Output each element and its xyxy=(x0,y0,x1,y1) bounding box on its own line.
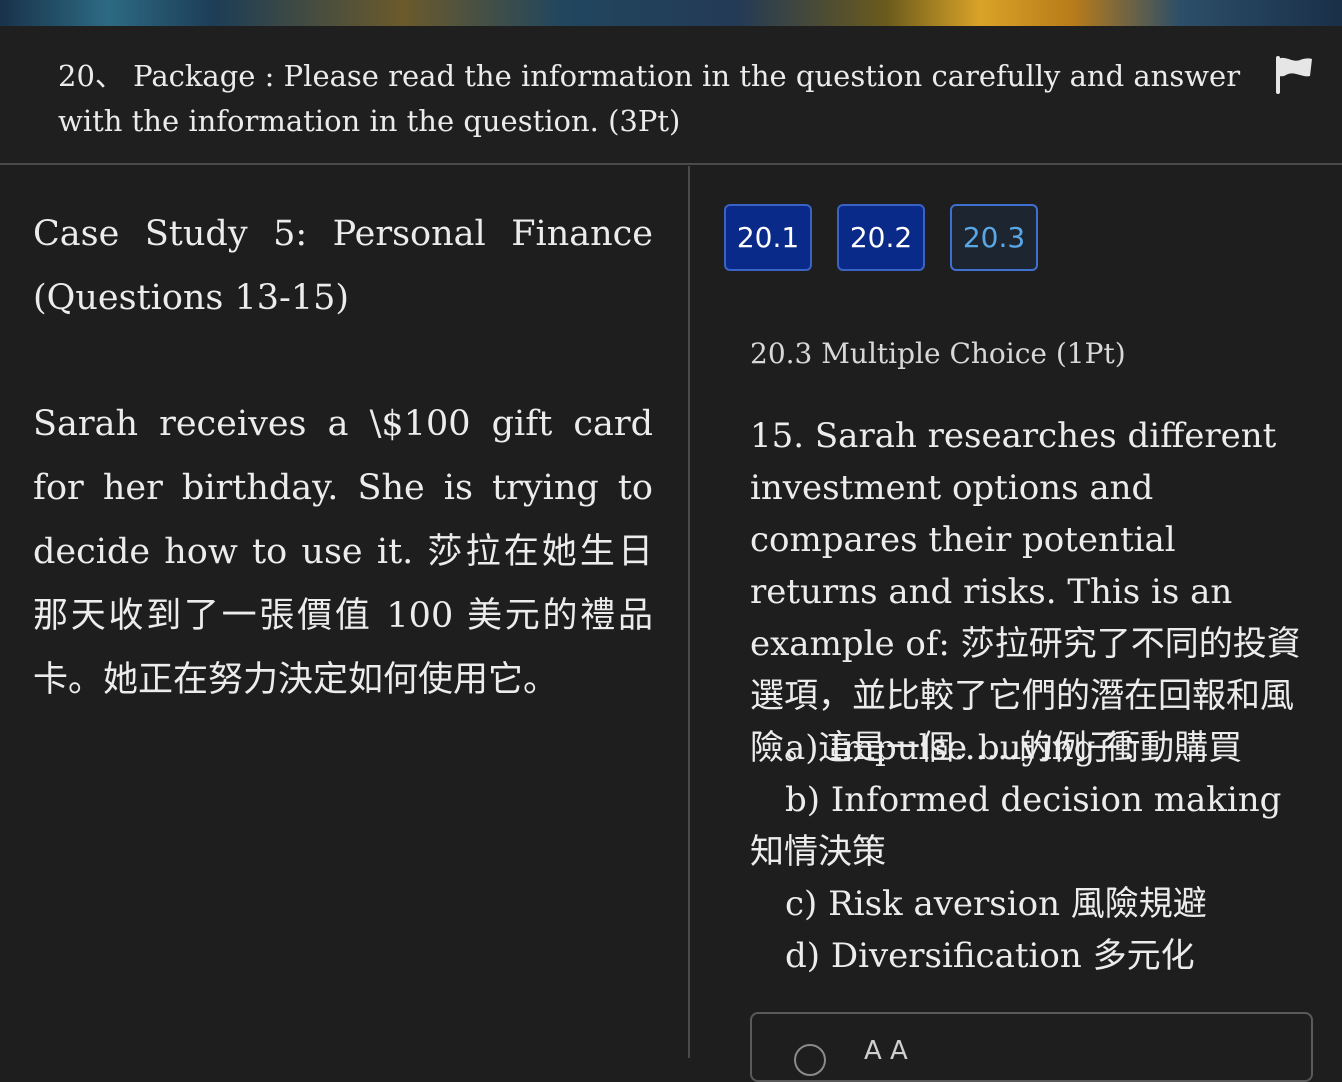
sub-question-label: 20.3 Multiple Choice (1Pt) xyxy=(750,337,1126,370)
answer-options: a) Impulse buying 衝動購買 b) Informed decis… xyxy=(750,722,1310,982)
question-text: 15. Sarah researches different investmen… xyxy=(750,416,1301,768)
option-d: d) Diversification 多元化 xyxy=(785,936,1195,976)
option-b: b) Informed decision making 知情決策 xyxy=(750,780,1282,872)
option-a: a) Impulse buying 衝動購買 xyxy=(785,728,1243,768)
top-banner-image xyxy=(0,0,1342,26)
tab-20-3[interactable]: 20.3 xyxy=(950,204,1038,271)
panel-divider xyxy=(688,166,690,1058)
question-header: 20、 Package : Please read the informatio… xyxy=(0,26,1342,165)
question-title: 20、 Package : Please read the informatio… xyxy=(58,59,1241,138)
tab-20-1[interactable]: 20.1 xyxy=(724,204,812,271)
flag-icon[interactable] xyxy=(1272,54,1314,94)
answer-choice-label: A A xyxy=(864,1036,908,1066)
answer-choice-box[interactable]: A A xyxy=(750,1012,1313,1082)
radio-button[interactable] xyxy=(794,1044,826,1076)
case-study-title: Case Study 5: Personal Finance xyxy=(33,214,653,254)
case-study-body: Sarah receives a \$100 gift card for her… xyxy=(33,404,653,700)
case-study-subtitle: (Questions 13-15) xyxy=(33,278,350,318)
option-c: c) Risk aversion 風險規避 xyxy=(785,884,1207,924)
case-study-panel: Case Study 5: Personal Finance (Question… xyxy=(0,166,688,1058)
tab-20-2[interactable]: 20.2 xyxy=(837,204,925,271)
